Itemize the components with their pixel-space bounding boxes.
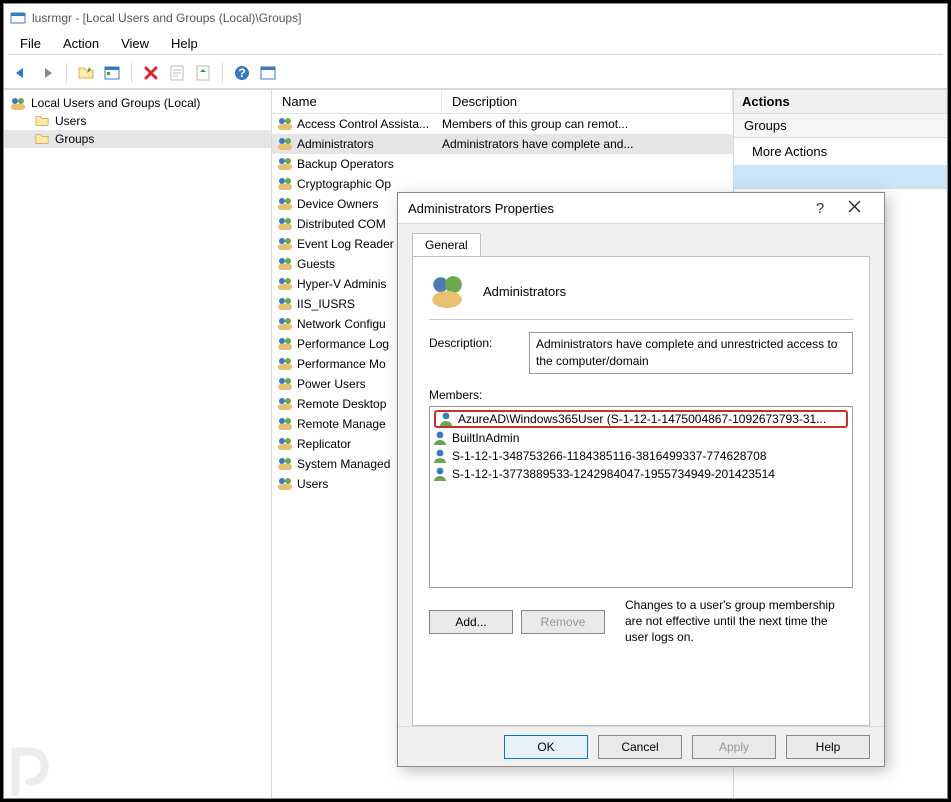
group-icon	[276, 436, 294, 452]
member-row[interactable]: S-1-12-1-348753266-1184385116-3816499337…	[432, 447, 850, 465]
view-icon[interactable]	[257, 62, 279, 84]
tree-groups[interactable]: Groups	[4, 130, 271, 148]
tree-users[interactable]: Users	[4, 112, 271, 130]
folder-icon	[34, 114, 50, 128]
description-label: Description:	[429, 332, 529, 350]
menu-action[interactable]: Action	[53, 34, 109, 53]
tab-panel: Administrators Description: Administrato…	[412, 256, 870, 726]
group-icon	[276, 476, 294, 492]
list-row[interactable]: Cryptographic Op	[272, 174, 733, 194]
user-icon	[432, 430, 448, 446]
user-icon	[438, 411, 454, 427]
tree-pane: Local Users and Groups (Local) Users Gro…	[4, 90, 272, 798]
group-icon	[276, 136, 294, 152]
help-button[interactable]: Help	[786, 735, 870, 759]
dialog-footer: OK Cancel Apply Help	[398, 726, 884, 766]
apply-button[interactable]: Apply	[692, 735, 776, 759]
group-icon	[276, 276, 294, 292]
group-icon	[276, 336, 294, 352]
list-row[interactable]: AdministratorsAdministrators have comple…	[272, 134, 733, 154]
properties-dialog: Administrators Properties ? General Admi…	[397, 192, 885, 767]
menu-file[interactable]: File	[10, 34, 51, 53]
actions-groups[interactable]: Groups	[734, 114, 947, 138]
svg-text:?: ?	[238, 66, 245, 80]
user-icon	[432, 466, 448, 482]
folder-icon	[34, 132, 50, 146]
members-label: Members:	[429, 388, 853, 402]
list-header: Name Description	[272, 90, 733, 114]
window-title: lusrmgr - [Local Users and Groups (Local…	[32, 11, 301, 25]
group-icon	[276, 416, 294, 432]
help-icon[interactable]: ?	[231, 62, 253, 84]
menu-bar: File Action View Help	[4, 32, 947, 54]
add-button[interactable]: Add...	[429, 610, 513, 634]
tree-root[interactable]: Local Users and Groups (Local)	[4, 94, 271, 112]
col-name[interactable]: Name	[272, 90, 442, 113]
delete-icon[interactable]	[140, 62, 162, 84]
properties-icon[interactable]	[166, 62, 188, 84]
mmc-icon	[10, 96, 26, 110]
group-icon	[276, 356, 294, 372]
group-icon	[276, 296, 294, 312]
member-row[interactable]: BuiltInAdmin	[432, 429, 850, 447]
actions-selected[interactable]	[734, 165, 947, 189]
list-row[interactable]: Backup Operators	[272, 154, 733, 174]
group-icon	[276, 456, 294, 472]
list-row[interactable]: Access Control Assista...Members of this…	[272, 114, 733, 134]
cancel-button[interactable]: Cancel	[598, 735, 682, 759]
members-listbox[interactable]: AzureAD\Windows365User (S-1-12-1-1475004…	[429, 406, 853, 588]
actions-header: Actions	[734, 90, 947, 114]
export-icon[interactable]	[192, 62, 214, 84]
actions-more[interactable]: More Actions	[734, 138, 947, 165]
menu-view[interactable]: View	[111, 34, 159, 53]
ok-button[interactable]: OK	[504, 735, 588, 759]
dialog-title: Administrators Properties	[408, 201, 806, 216]
group-icon	[276, 396, 294, 412]
divider	[8, 54, 943, 55]
description-input[interactable]: Administrators have complete and unrestr…	[529, 332, 853, 374]
group-icon	[276, 256, 294, 272]
remove-button[interactable]: Remove	[521, 610, 605, 634]
dialog-help-icon[interactable]: ?	[806, 200, 834, 217]
member-row[interactable]: S-1-12-1-3773889533-1242984047-195573494…	[432, 465, 850, 483]
calendar-icon[interactable]	[101, 62, 123, 84]
group-icon	[276, 196, 294, 212]
membership-note: Changes to a user's group membership are…	[613, 598, 853, 645]
user-icon	[432, 448, 448, 464]
dialog-titlebar[interactable]: Administrators Properties ?	[398, 193, 884, 223]
member-row[interactable]: AzureAD\Windows365User (S-1-12-1-1475004…	[434, 410, 848, 428]
group-icon	[276, 116, 294, 132]
back-icon[interactable]	[10, 62, 32, 84]
menu-help[interactable]: Help	[161, 34, 208, 53]
forward-icon[interactable]	[36, 62, 58, 84]
mmc-icon	[10, 10, 26, 26]
group-icon	[276, 236, 294, 252]
col-description[interactable]: Description	[442, 90, 733, 113]
group-icon	[276, 176, 294, 192]
group-icon	[276, 156, 294, 172]
group-icon	[276, 216, 294, 232]
tab-general[interactable]: General	[412, 233, 481, 257]
title-bar[interactable]: lusrmgr - [Local Users and Groups (Local…	[4, 4, 947, 32]
close-icon[interactable]	[834, 200, 874, 216]
group-icon	[276, 376, 294, 392]
new-folder-icon[interactable]	[75, 62, 97, 84]
toolbar: ?	[4, 57, 947, 89]
group-icon	[276, 316, 294, 332]
group-icon	[429, 273, 465, 309]
group-name: Administrators	[483, 284, 566, 299]
